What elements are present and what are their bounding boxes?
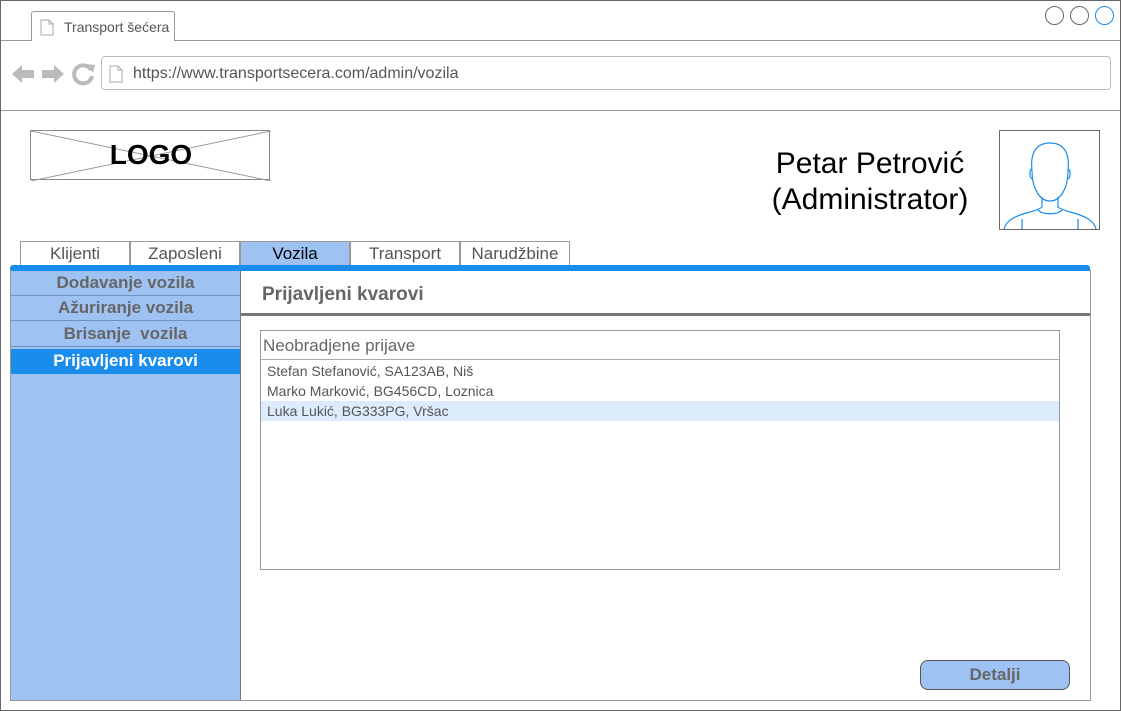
reports-list: Neobradjene prijave Stefan Stefanović, S… xyxy=(260,330,1060,570)
back-arrow-icon[interactable] xyxy=(11,63,35,90)
page-title: Prijavljeni kvarovi xyxy=(262,284,424,305)
list-item[interactable]: Marko Marković, BG456CD, Loznica xyxy=(261,381,1059,401)
reload-icon[interactable] xyxy=(72,62,96,91)
tab-narudzbine[interactable]: Narudžbine xyxy=(460,241,570,266)
user-role: (Administrator) xyxy=(771,183,969,216)
user-name-line1: Petar Petrović xyxy=(775,147,965,180)
page-icon xyxy=(109,65,123,88)
list-item[interactable]: Stefan Stefanović, SA123AB, Niš xyxy=(261,361,1059,381)
maximize-icon[interactable] xyxy=(1070,6,1089,25)
page-icon xyxy=(40,19,54,41)
forward-arrow-icon[interactable] xyxy=(41,63,65,90)
browser-toolbar: https://www.transportsecera.com/admin/vo… xyxy=(1,41,1120,111)
browser-titlebar: Transport šećera xyxy=(1,1,1120,41)
tab-transport[interactable]: Transport xyxy=(350,241,460,266)
user-name: Petar Petrović (Administrator) xyxy=(760,146,980,218)
logo: LOGO xyxy=(30,130,271,181)
avatar[interactable] xyxy=(999,130,1100,230)
browser-tab[interactable]: Transport šećera xyxy=(31,11,175,41)
sidebar-item-dodavanje-vozila[interactable]: Dodavanje vozila xyxy=(11,271,240,296)
sidebar-item-azuriranje-vozila[interactable]: Ažuriranje vozila xyxy=(11,296,240,321)
logo-text: LOGO xyxy=(109,139,193,170)
title-divider xyxy=(241,313,1090,316)
url-text: https://www.transportsecera.com/admin/vo… xyxy=(133,65,459,82)
list-item-selected[interactable]: Luka Lukić, BG333PG, Vršac xyxy=(261,401,1059,421)
tab-title: Transport šećera xyxy=(64,19,170,35)
sidebar-item-prijavljeni-kvarovi[interactable]: Prijavljeni kvarovi xyxy=(11,349,240,374)
details-button[interactable]: Detalji xyxy=(920,660,1070,690)
tab-klijenti[interactable]: Klijenti xyxy=(20,241,130,266)
address-bar[interactable]: https://www.transportsecera.com/admin/vo… xyxy=(101,56,1111,90)
user-avatar-icon xyxy=(1003,142,1097,230)
minimize-icon[interactable] xyxy=(1045,6,1064,25)
tab-zaposleni[interactable]: Zaposleni xyxy=(130,241,240,266)
sidebar-item-brisanje-vozila[interactable]: Brisanje vozila xyxy=(11,322,240,347)
tab-vozila[interactable]: Vozila xyxy=(240,241,350,266)
sidebar: Dodavanje vozila Ažuriranje vozila Brisa… xyxy=(11,271,241,700)
close-icon[interactable] xyxy=(1095,6,1114,25)
list-header: Neobradjene prijave xyxy=(261,331,1059,360)
